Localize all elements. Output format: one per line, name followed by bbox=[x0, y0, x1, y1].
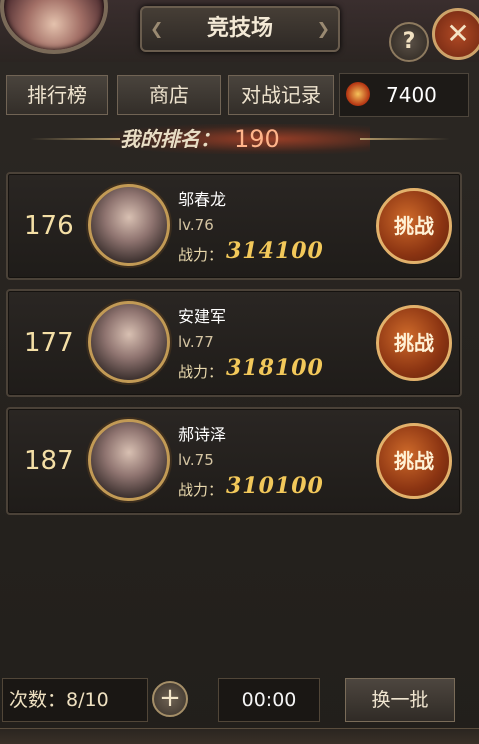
right-ornament-icon: ❯ bbox=[316, 19, 330, 38]
opponent-name: 安建军 bbox=[178, 307, 227, 326]
rank-divider-right bbox=[360, 138, 450, 140]
opponent-level: lv.75 bbox=[178, 451, 214, 469]
attempts-label: 次数：8/10 bbox=[9, 689, 109, 711]
page-title: 竞技场 bbox=[206, 16, 273, 41]
title-plate: ❮ 竞技场 ❯ bbox=[140, 6, 340, 52]
rank-divider-left bbox=[30, 138, 120, 140]
left-ornament-icon: ❮ bbox=[150, 19, 164, 38]
add-attempts-button[interactable]: + bbox=[152, 681, 188, 717]
opponent-name: 郝诗泽 bbox=[178, 425, 227, 444]
challenge-button[interactable]: 挑战 bbox=[376, 305, 452, 381]
opponent-card: 187 郝诗泽 lv.75 战力： 310100 挑战 bbox=[6, 407, 462, 515]
attempts-box: 次数：8/10 bbox=[2, 678, 148, 722]
opponent-power: 318100 bbox=[226, 355, 324, 381]
opponent-power: 314100 bbox=[226, 238, 324, 264]
shop-button[interactable]: 商店 bbox=[117, 75, 221, 115]
opponent-rank: 176 bbox=[24, 211, 74, 241]
timer-box: 00:00 bbox=[218, 678, 320, 722]
opponent-card: 176 邬春龙 lv.76 战力： 314100 挑战 bbox=[6, 172, 462, 280]
plus-icon: + bbox=[159, 683, 181, 713]
my-rank-value: 190 bbox=[234, 125, 280, 153]
cooldown-timer: 00:00 bbox=[241, 689, 297, 711]
bottom-trim bbox=[0, 728, 479, 744]
opponent-portrait bbox=[88, 301, 170, 383]
currency-value: 7400 bbox=[386, 83, 437, 107]
refresh-opponents-button[interactable]: 换一批 bbox=[345, 678, 455, 722]
leaderboard-button[interactable]: 排行榜 bbox=[6, 75, 108, 115]
opponent-portrait bbox=[88, 184, 170, 266]
battle-log-button[interactable]: 对战记录 bbox=[228, 75, 334, 115]
power-label: 战力： bbox=[178, 363, 224, 381]
opponent-portrait bbox=[88, 419, 170, 501]
arena-screen: ❮ 竞技场 ❯ ? ✕ 排行榜 商店 对战记录 7400 我的排名： 190 1… bbox=[0, 0, 479, 744]
power-label: 战力： bbox=[178, 246, 224, 264]
opponent-card: 177 安建军 lv.77 战力： 318100 挑战 bbox=[6, 289, 462, 397]
close-icon: ✕ bbox=[446, 17, 470, 50]
gold-medal-icon bbox=[346, 82, 370, 106]
my-rank-label: 我的排名： bbox=[120, 127, 220, 151]
opponent-level: lv.77 bbox=[178, 333, 214, 351]
question-mark-icon: ? bbox=[402, 29, 416, 54]
help-button[interactable]: ? bbox=[389, 22, 429, 62]
opponent-name: 邬春龙 bbox=[178, 190, 227, 209]
my-rank-banner: 我的排名： 190 bbox=[30, 122, 450, 156]
opponent-level: lv.76 bbox=[178, 216, 214, 234]
challenge-button[interactable]: 挑战 bbox=[376, 188, 452, 264]
power-label: 战力： bbox=[178, 481, 224, 499]
currency-display: 7400 bbox=[339, 73, 469, 117]
opponent-rank: 177 bbox=[24, 328, 74, 358]
opponent-power: 310100 bbox=[226, 473, 324, 499]
challenge-button[interactable]: 挑战 bbox=[376, 423, 452, 499]
close-button[interactable]: ✕ bbox=[432, 8, 479, 60]
opponent-rank: 187 bbox=[24, 446, 74, 476]
